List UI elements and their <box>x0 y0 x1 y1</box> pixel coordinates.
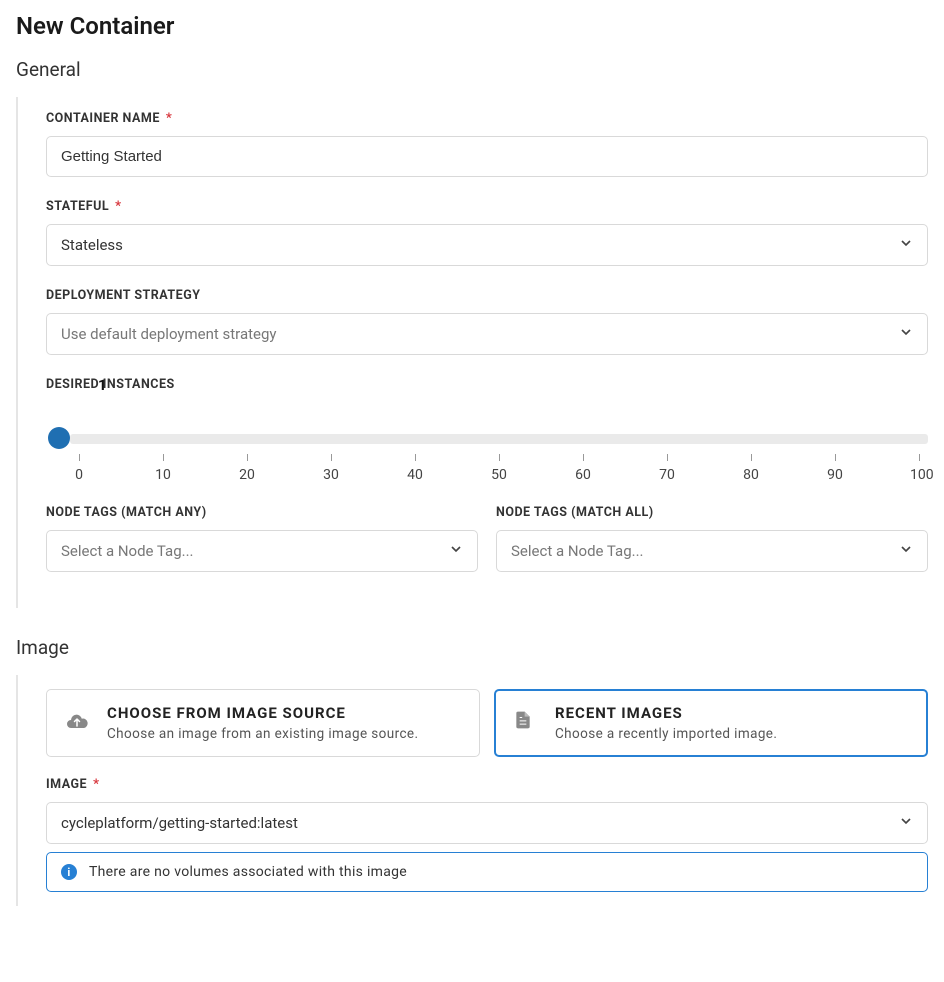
desired-instances-label: DESIRED INSTANCES <box>46 377 928 392</box>
option-recent-images-title: RECENT IMAGES <box>555 704 777 722</box>
slider-tick: 90 <box>826 454 844 483</box>
slider-tick-label: 100 <box>910 467 928 483</box>
option-image-source-title: CHOOSE FROM IMAGE SOURCE <box>107 704 418 722</box>
stateful-select[interactable]: Stateless <box>46 224 928 266</box>
slider-tick-label: 30 <box>322 467 340 483</box>
slider-tick-label: 70 <box>658 467 676 483</box>
section-title-image: Image <box>16 636 928 659</box>
required-indicator: * <box>166 111 172 126</box>
slider-tick-label: 20 <box>238 467 256 483</box>
slider-tick-label: 0 <box>70 467 88 483</box>
document-icon <box>513 710 537 734</box>
stateful-label: STATEFUL* <box>46 199 928 214</box>
field-image: IMAGE* cycleplatform/getting-started:lat… <box>46 777 928 892</box>
field-deployment-strategy: DEPLOYMENT STRATEGY Use default deployme… <box>46 288 928 355</box>
slider-tick: 0 <box>70 454 88 483</box>
slider-tick: 80 <box>742 454 760 483</box>
slider-tick-label: 50 <box>490 467 508 483</box>
slider-tick-label: 80 <box>742 467 760 483</box>
slider-ticks: 0 10 20 30 40 50 60 70 80 90 100 <box>70 454 928 483</box>
slider-tick: 40 <box>406 454 424 483</box>
slider-tick: 30 <box>322 454 340 483</box>
volumes-info-bar: i There are no volumes associated with t… <box>46 852 928 892</box>
node-tags-all-select[interactable]: Select a Node Tag... <box>496 530 928 572</box>
slider-tick: 70 <box>658 454 676 483</box>
node-tags-any-select[interactable]: Select a Node Tag... <box>46 530 478 572</box>
required-indicator: * <box>115 199 121 214</box>
slider-tick: 100 <box>910 454 928 483</box>
option-image-source[interactable]: CHOOSE FROM IMAGE SOURCE Choose an image… <box>46 689 480 757</box>
slider-tick: 50 <box>490 454 508 483</box>
slider-tick-label: 60 <box>574 467 592 483</box>
page-title: New Container <box>16 12 928 40</box>
field-desired-instances: DESIRED INSTANCES 1 0 10 20 30 40 50 60 70 80 90 1… <box>46 377 928 483</box>
info-icon: i <box>61 864 77 880</box>
image-select[interactable]: cycleplatform/getting-started:latest <box>46 802 928 844</box>
volumes-info-text: There are no volumes associated with thi… <box>89 864 407 880</box>
slider-tick-label: 40 <box>406 467 424 483</box>
slider-value: 1 <box>98 376 107 394</box>
field-container-name: CONTAINER NAME* <box>46 111 928 177</box>
field-stateful: STATEFUL* Stateless <box>46 199 928 266</box>
field-node-tags-any: NODE TAGS (MATCH ANY) Select a Node Tag.… <box>46 505 478 572</box>
slider-handle[interactable] <box>48 427 70 449</box>
field-node-tags-all: NODE TAGS (MATCH ALL) Select a Node Tag.… <box>496 505 928 572</box>
section-title-general: General <box>16 58 928 81</box>
node-tags-any-label: NODE TAGS (MATCH ANY) <box>46 505 478 520</box>
deployment-strategy-select[interactable]: Use default deployment strategy <box>46 313 928 355</box>
option-recent-images[interactable]: RECENT IMAGES Choose a recently imported… <box>494 689 928 757</box>
deployment-strategy-label: DEPLOYMENT STRATEGY <box>46 288 928 303</box>
slider-tick: 10 <box>154 454 172 483</box>
slider-tick-label: 10 <box>154 467 172 483</box>
section-image: CHOOSE FROM IMAGE SOURCE Choose an image… <box>16 675 928 906</box>
cloud-upload-icon <box>65 710 89 738</box>
required-indicator: * <box>93 777 99 792</box>
slider-tick: 60 <box>574 454 592 483</box>
container-name-input[interactable] <box>46 136 928 177</box>
slider-tick-label: 90 <box>826 467 844 483</box>
option-recent-images-sub: Choose a recently imported image. <box>555 726 777 742</box>
instances-slider[interactable]: 1 0102030405060708090100 <box>46 402 928 483</box>
node-tags-all-label: NODE TAGS (MATCH ALL) <box>496 505 928 520</box>
container-name-label: CONTAINER NAME* <box>46 111 928 126</box>
slider-tick: 20 <box>238 454 256 483</box>
image-label: IMAGE* <box>46 777 928 792</box>
option-image-source-sub: Choose an image from an existing image s… <box>107 726 418 742</box>
section-general: CONTAINER NAME* STATEFUL* Stateless DEPL… <box>16 97 928 608</box>
slider-track[interactable] <box>70 434 928 444</box>
